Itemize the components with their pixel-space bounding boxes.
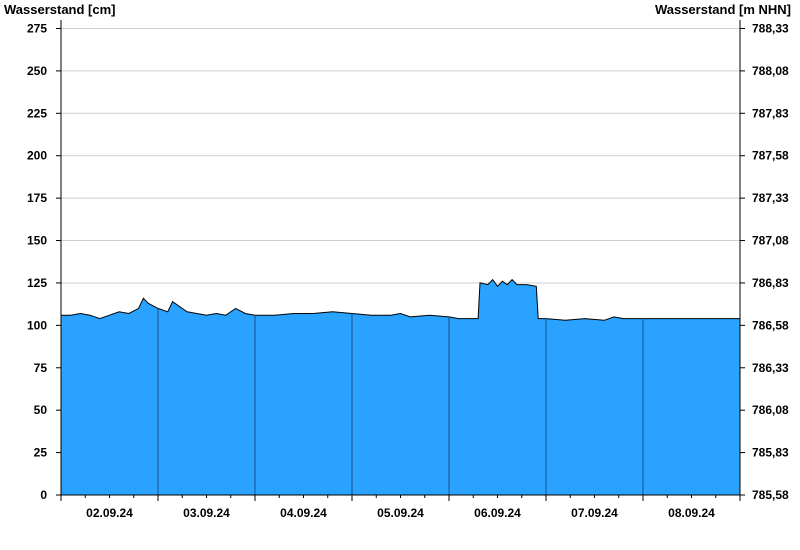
y-tick-label-right: 788,08 bbox=[752, 64, 789, 78]
x-tick-label: 04.09.24 bbox=[280, 506, 327, 520]
y-tick-label-left: 25 bbox=[34, 446, 48, 460]
x-tick-label: 07.09.24 bbox=[571, 506, 618, 520]
y-tick-label-left: 225 bbox=[27, 106, 47, 120]
y-tick-label-right: 787,33 bbox=[752, 191, 789, 205]
y-tick-label-right: 787,58 bbox=[752, 149, 789, 163]
y-tick-label-left: 75 bbox=[34, 361, 48, 375]
x-tick-label: 03.09.24 bbox=[183, 506, 230, 520]
y-tick-label-left: 50 bbox=[34, 403, 48, 417]
x-tick-label: 06.09.24 bbox=[474, 506, 521, 520]
y-axis-right-title: Wasserstand [m NHN] bbox=[655, 2, 791, 17]
y-tick-label-right: 788,33 bbox=[752, 21, 789, 35]
y-axis-left-title: Wasserstand [cm] bbox=[4, 2, 116, 17]
y-tick-label-left: 175 bbox=[27, 191, 47, 205]
y-tick-label-left: 150 bbox=[27, 234, 47, 248]
y-tick-label-left: 275 bbox=[27, 21, 47, 35]
y-tick-label-right: 786,08 bbox=[752, 403, 789, 417]
plot-area bbox=[61, 278, 740, 495]
y-tick-label-right: 785,83 bbox=[752, 446, 789, 460]
y-tick-label-right: 786,33 bbox=[752, 361, 789, 375]
y-tick-label-left: 100 bbox=[27, 318, 47, 332]
y-tick-label-right: 786,58 bbox=[752, 318, 789, 332]
water-level-area bbox=[61, 279, 740, 495]
y-tick-label-right: 786,83 bbox=[752, 276, 789, 290]
y-tick-label-left: 250 bbox=[27, 64, 47, 78]
x-tick-label: 02.09.24 bbox=[86, 506, 133, 520]
y-tick-label-left: 0 bbox=[40, 488, 47, 502]
x-tick-label: 05.09.24 bbox=[377, 506, 424, 520]
y-tick-label-left: 125 bbox=[27, 276, 47, 290]
x-tick-label: 08.09.24 bbox=[668, 506, 715, 520]
water-level-chart: 0 785,58 25 785,83 50 786,08 75 786,33 100 786,58… bbox=[4, 2, 791, 520]
y-tick-label-left: 200 bbox=[27, 149, 47, 163]
y-tick-label-right: 785,58 bbox=[752, 488, 789, 502]
y-tick-label-right: 787,83 bbox=[752, 106, 789, 120]
y-tick-label-right: 787,08 bbox=[752, 234, 789, 248]
